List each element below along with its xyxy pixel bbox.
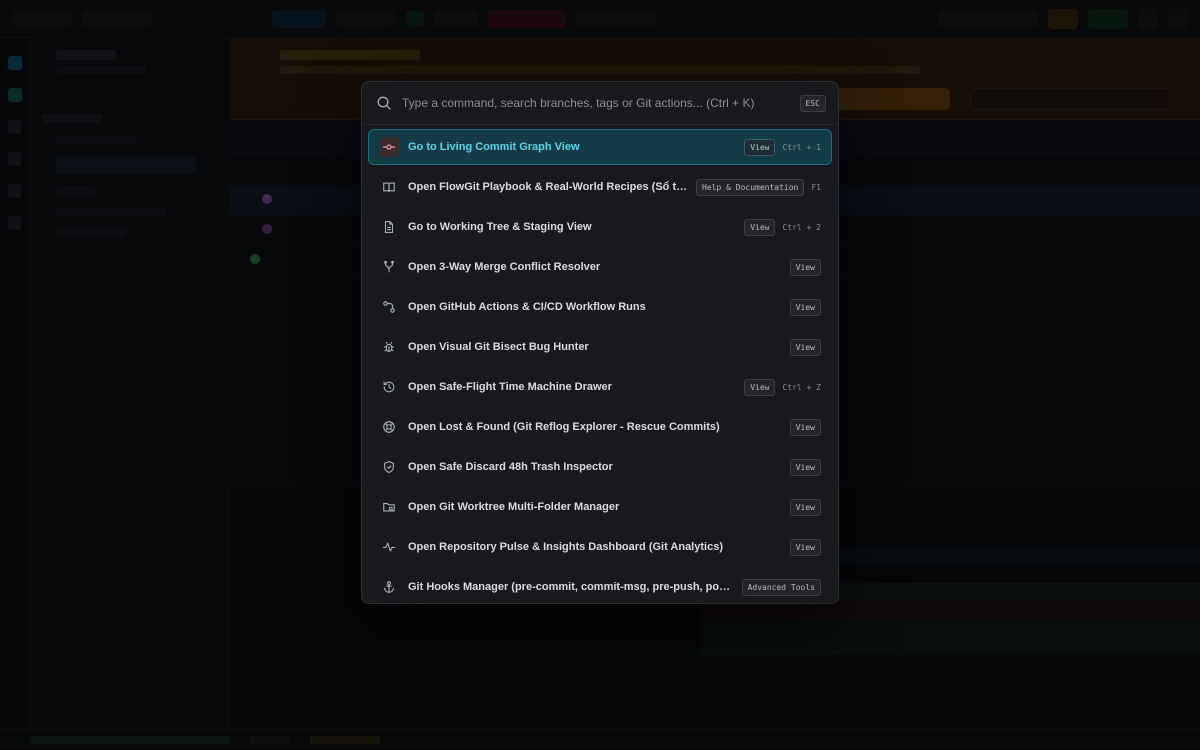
- folder-search-icon: [379, 497, 399, 517]
- command-item[interactable]: Open Visual Git Bisect Bug Hunter View: [368, 329, 832, 365]
- command-category-badge: View: [744, 218, 776, 236]
- activity-icon: [379, 537, 399, 557]
- command-item[interactable]: Open Safe Discard 48h Trash Inspector Vie…: [368, 449, 832, 485]
- command-label: Open 3-Way Merge Conflict Resolver: [408, 261, 601, 273]
- command-label: Open GitHub Actions & CI/CD Workflow Run…: [408, 301, 646, 313]
- command-label: Go to Living Commit Graph View: [408, 141, 580, 153]
- command-category-badge: View: [789, 298, 821, 316]
- command-label: Git Hooks Manager (pre-commit, commit-ms…: [408, 581, 734, 593]
- search-row: ESC: [362, 82, 838, 125]
- command-list: Go to Living Commit Graph View View Ctrl +…: [362, 125, 838, 603]
- command-category-badge: Help & Documentation: [696, 178, 805, 196]
- command-label: Open FlowGit Playbook & Real-World Recip…: [408, 181, 689, 193]
- commit-icon: [379, 137, 399, 157]
- command-item[interactable]: Open Git Worktree Multi-Folder Manager Vi…: [368, 489, 832, 525]
- command-shortcut: Ctrl + 1: [782, 142, 821, 152]
- command-label: Open Safe Discard 48h Trash Inspector: [408, 461, 613, 473]
- command-label: Open Git Worktree Multi-Folder Manager: [408, 501, 620, 513]
- book-icon: [379, 177, 399, 197]
- bug-icon: [379, 337, 399, 357]
- workflow-icon: [379, 297, 399, 317]
- command-item[interactable]: Go to Working Tree & Staging View View Ctr…: [368, 209, 832, 245]
- command-category-badge: View: [789, 498, 821, 516]
- anchor-icon: [379, 577, 399, 597]
- command-category-badge: View: [789, 258, 821, 276]
- file-icon: [379, 217, 399, 237]
- command-label: Open Lost & Found (Git Reflog Explorer -…: [408, 421, 720, 433]
- lifebuoy-icon: [379, 417, 399, 437]
- command-category-badge: View: [744, 138, 776, 156]
- command-category-badge: View: [789, 418, 821, 436]
- command-category-badge: View: [744, 378, 776, 396]
- command-item[interactable]: Go to Living Commit Graph View View Ctrl +…: [368, 129, 832, 165]
- command-item[interactable]: Git Hooks Manager (pre-commit, commit-ms…: [368, 569, 832, 603]
- command-label: Open Visual Git Bisect Bug Hunter: [408, 341, 589, 353]
- esc-key-badge[interactable]: ESC: [799, 94, 826, 112]
- shield-icon: [379, 457, 399, 477]
- command-item[interactable]: Open FlowGit Playbook & Real-World Recip…: [368, 169, 832, 205]
- command-search-input[interactable]: [402, 96, 800, 110]
- command-shortcut: Ctrl + 2: [782, 222, 821, 232]
- command-item[interactable]: Open 3-Way Merge Conflict Resolver View: [368, 249, 832, 285]
- command-category-badge: Advanced Tools: [741, 578, 821, 596]
- command-label: Open Safe-Flight Time Machine Drawer: [408, 381, 612, 393]
- command-category-badge: View: [789, 458, 821, 476]
- search-icon: [377, 96, 391, 110]
- command-item[interactable]: Open Safe-Flight Time Machine Drawer View…: [368, 369, 832, 405]
- history-icon: [379, 377, 399, 397]
- command-item[interactable]: Open Repository Pulse & Insights Dashboa…: [368, 529, 832, 565]
- command-item[interactable]: Open GitHub Actions & CI/CD Workflow Run…: [368, 289, 832, 325]
- command-palette: ESC Go to Living Commit Graph View View Ct…: [361, 81, 839, 604]
- command-category-badge: View: [789, 538, 821, 556]
- merge-icon: [379, 257, 399, 277]
- command-shortcut: Ctrl + Z: [782, 382, 821, 392]
- command-shortcut: F1: [811, 182, 821, 192]
- command-item[interactable]: Open Lost & Found (Git Reflog Explorer -…: [368, 409, 832, 445]
- command-label: Open Repository Pulse & Insights Dashboa…: [408, 541, 723, 553]
- command-label: Go to Working Tree & Staging View: [408, 221, 592, 233]
- command-category-badge: View: [789, 338, 821, 356]
